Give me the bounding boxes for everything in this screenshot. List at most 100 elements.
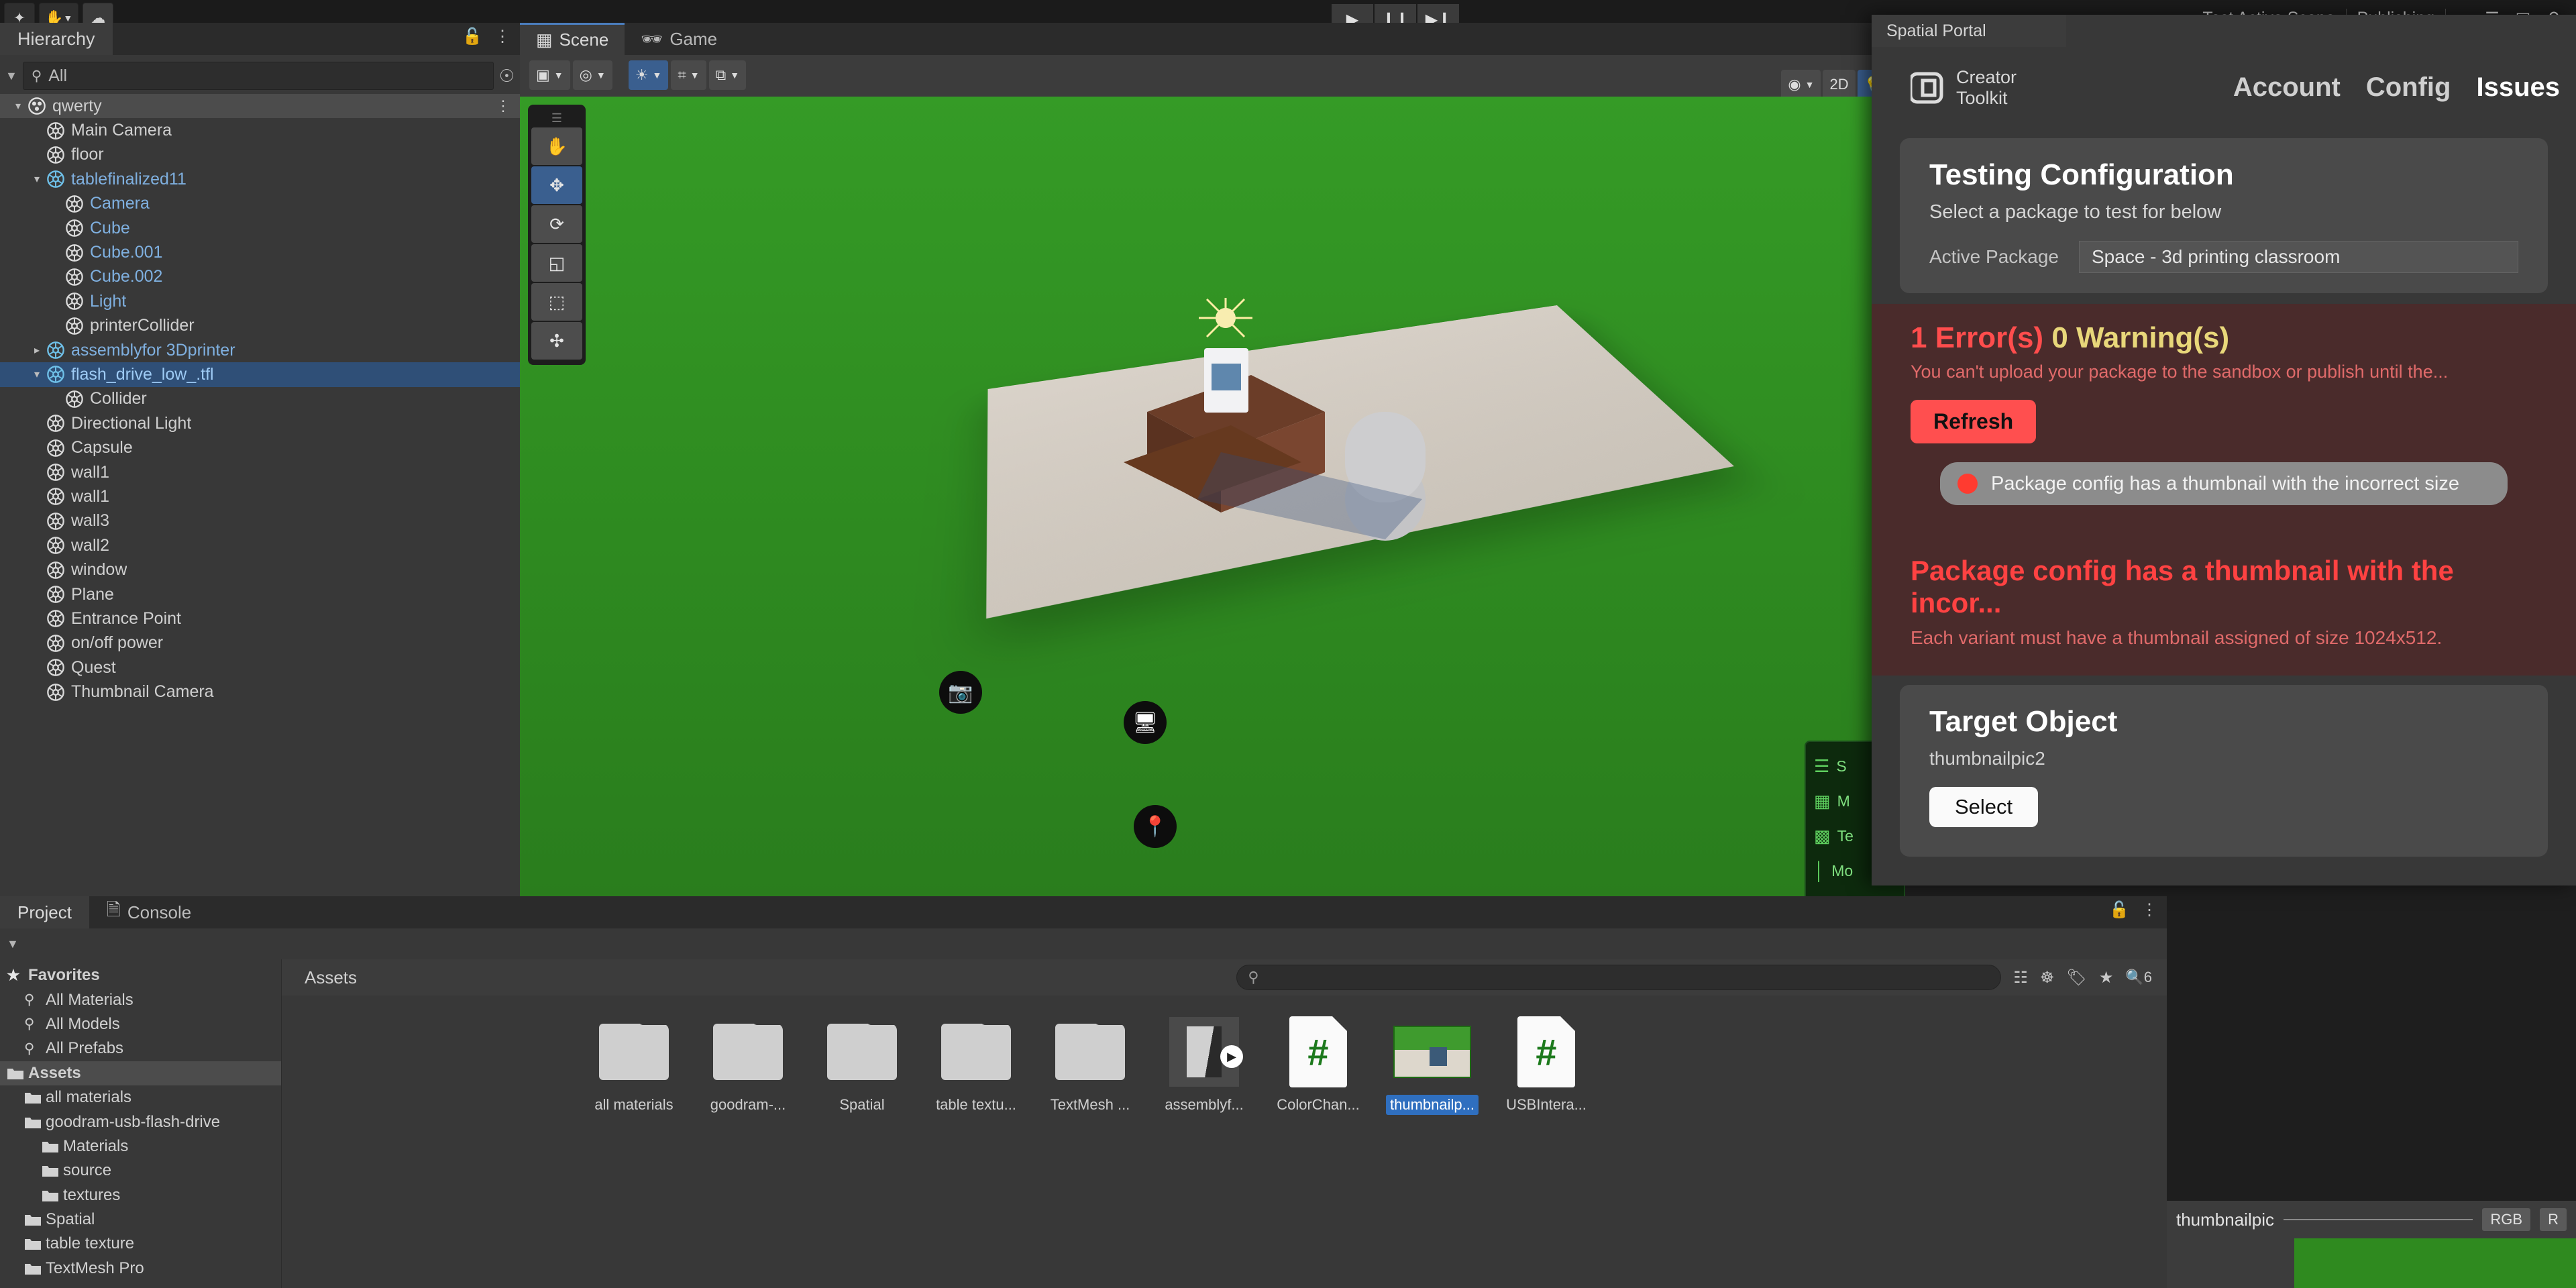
issue-list-item[interactable]: Package config has a thumbnail with the … <box>1940 462 2508 505</box>
project-tree[interactable]: ★ Favorites ⚲ All Materials ⚲ All Models ⚲ All … <box>0 959 282 1288</box>
asset-item[interactable]: table textu... <box>919 1016 1033 1115</box>
project-tree-item[interactable]: table texture <box>0 1232 281 1256</box>
asset-item[interactable]: goodram-... <box>691 1016 805 1115</box>
tab-project[interactable]: Project <box>0 896 89 928</box>
hierarchy-item[interactable]: Thumbnail Camera <box>0 680 520 704</box>
chevron-down-icon[interactable]: ▼ <box>1805 79 1815 90</box>
asset-item[interactable]: ▶ assemblyf... <box>1147 1017 1261 1115</box>
hierarchy-item[interactable]: Directional Light <box>0 411 520 435</box>
tab-scene[interactable]: ▦ Scene <box>520 23 625 55</box>
search-input[interactable]: ⚲ All <box>22 62 494 90</box>
chevron-down-icon[interactable]: ▼ <box>596 70 606 80</box>
audio-toggle[interactable]: ⌗ ▼ <box>671 60 706 90</box>
hierarchy-options-icon[interactable]: ☉ <box>499 66 515 87</box>
move-tool[interactable]: ✥ <box>531 166 582 204</box>
tab-hierarchy[interactable]: Hierarchy <box>0 23 113 55</box>
scene-viewport[interactable]: ☰ ✋✥⟳◱⬚✣ ☰S▦M▩Te│Mo✓U⚠N 📷🖥📍 <box>520 97 1905 896</box>
chevron-down-icon[interactable]: ▼ <box>5 69 17 83</box>
hierarchy-item[interactable]: ▾ qwerty ⋮ <box>0 94 520 119</box>
tab-spatial-portal[interactable]: Spatial Portal <box>1872 15 2066 47</box>
hierarchy-item[interactable]: Camera <box>0 192 520 216</box>
chevron-down-icon[interactable]: ▼ <box>554 70 564 80</box>
asset-item[interactable]: # USBIntera... <box>1489 1016 1603 1115</box>
play-icon[interactable]: ▶ <box>1220 1045 1243 1068</box>
2d-toggle[interactable]: 2D <box>1823 70 1856 99</box>
hierarchy-item[interactable]: Cube <box>0 216 520 240</box>
draw-mode-dropdown[interactable]: ◎ ▼ <box>572 60 612 90</box>
lock-icon[interactable]: 🔓 <box>2109 900 2129 920</box>
rect-tool[interactable]: ⬚ <box>531 283 582 321</box>
hierarchy-item[interactable]: Capsule <box>0 435 520 460</box>
portal-nav-account[interactable]: Account <box>2233 72 2341 102</box>
project-tree-item[interactable]: goodram-usb-flash-drive <box>0 1110 281 1134</box>
channel-dropdown[interactable]: RGB <box>2482 1208 2531 1231</box>
hierarchy-item[interactable]: wall1 <box>0 484 520 508</box>
hierarchy-item[interactable]: Plane <box>0 582 520 606</box>
portal-nav-config[interactable]: Config <box>2366 72 2451 102</box>
lighting-toggle[interactable]: ☀ ▼ <box>628 60 669 90</box>
asset-grid[interactable]: all materials goodram-... Spatial table tex… <box>282 996 2167 1115</box>
project-tree-item[interactable]: ⚲ All Materials <box>0 987 281 1012</box>
fx-dropdown[interactable]: ⧉ ▼ <box>708 60 747 90</box>
hierarchy-item[interactable]: Cube.002 <box>0 265 520 289</box>
disclosure-triangle-icon[interactable]: ▾ <box>28 172 46 186</box>
disclosure-triangle-icon[interactable]: ▾ <box>9 99 27 113</box>
chevron-down-icon[interactable]: ▼ <box>690 70 700 80</box>
hierarchy-item[interactable]: ▾ tablefinalized11 <box>0 167 520 191</box>
asset-item[interactable]: TextMesh ... <box>1033 1016 1147 1115</box>
disclosure-triangle-icon[interactable]: ▾ <box>28 368 46 381</box>
asset-item[interactable]: # ColorChan... <box>1261 1016 1375 1115</box>
hierarchy-item[interactable]: wall2 <box>0 533 520 557</box>
hierarchy-item[interactable]: ▸ assemblyfor 3Dprinter <box>0 338 520 362</box>
hierarchy-item[interactable]: wall3 <box>0 509 520 533</box>
asset-item[interactable]: Spatial <box>805 1016 919 1115</box>
entrance-point-gizmo[interactable]: 📍 <box>1134 805 1177 848</box>
active-package-select[interactable]: Space - 3d printing classroom <box>2079 241 2518 273</box>
project-tree-item[interactable]: all materials <box>0 1085 281 1110</box>
project-tree-item[interactable]: source <box>0 1159 281 1183</box>
hierarchy-tree[interactable]: ▾ qwerty ⋮ Main Camera floor ▾ tablefinalized1… <box>0 94 520 704</box>
hierarchy-item[interactable]: floor <box>0 143 520 167</box>
hierarchy-item[interactable]: Quest <box>0 655 520 680</box>
hierarchy-item[interactable]: Main Camera <box>0 118 520 142</box>
search-input[interactable]: ⚲ <box>1236 965 2002 990</box>
interaction-gizmo[interactable]: 🖥 <box>1124 701 1167 744</box>
chevron-down-icon[interactable]: ▼ <box>7 937 19 951</box>
scale-tool[interactable]: ◱ <box>531 244 582 282</box>
hierarchy-item[interactable]: Entrance Point <box>0 606 520 631</box>
disclosure-triangle-icon[interactable]: ▸ <box>28 343 46 357</box>
asset-item[interactable]: all materials <box>577 1016 691 1115</box>
hierarchy-item-menu-icon[interactable]: ⋮ <box>496 97 511 115</box>
project-tree-item[interactable]: ★ Favorites <box>0 963 281 987</box>
filter-type-icon[interactable]: ☸ <box>2040 968 2055 987</box>
project-tree-item[interactable]: TextMesh Pro <box>0 1256 281 1281</box>
project-tree-item[interactable]: Spatial <box>0 1208 281 1232</box>
refresh-button[interactable]: Refresh <box>1911 400 2037 443</box>
project-tree-item[interactable]: Materials <box>0 1134 281 1159</box>
filter-label-icon[interactable]: 🏷 <box>2066 968 2086 987</box>
packages-icon[interactable]: ☷ <box>2013 968 2028 987</box>
hierarchy-item[interactable]: on/off power <box>0 631 520 655</box>
select-button[interactable]: Select <box>1929 787 2039 827</box>
hierarchy-item[interactable]: wall1 <box>0 460 520 484</box>
project-tree-item[interactable]: textures <box>0 1183 281 1208</box>
hierarchy-item[interactable]: window <box>0 557 520 582</box>
lock-icon[interactable]: 🔓 <box>462 27 482 46</box>
sdk-overlay-row[interactable]: ✓U <box>1814 888 1904 897</box>
chevron-down-icon[interactable]: ▼ <box>652 70 661 80</box>
transform-tool[interactable]: ✣ <box>531 322 582 360</box>
project-tree-item[interactable]: ⚲ All Prefabs <box>0 1036 281 1061</box>
portal-nav-issues[interactable]: Issues <box>2476 72 2560 102</box>
rotate-tool[interactable]: ⟳ <box>531 205 582 243</box>
kebab-menu-icon[interactable]: ⋮ <box>2141 900 2157 920</box>
favorite-icon[interactable]: ★ <box>2099 968 2114 987</box>
hierarchy-item[interactable]: Light <box>0 289 520 313</box>
icon-size-slider[interactable]: 🔍6 <box>2125 969 2152 986</box>
hierarchy-item[interactable]: Collider <box>0 387 520 411</box>
shading-mode-dropdown[interactable]: ▣ ▼ <box>529 60 570 90</box>
tab-console[interactable]: 🗎 Console <box>89 896 209 928</box>
gizmos-dropdown[interactable]: ◉ ▼ <box>1781 70 1821 99</box>
hand-tool[interactable]: ✋ <box>531 127 582 165</box>
hierarchy-item[interactable]: Cube.001 <box>0 240 520 264</box>
hierarchy-item[interactable]: printerCollider <box>0 314 520 338</box>
